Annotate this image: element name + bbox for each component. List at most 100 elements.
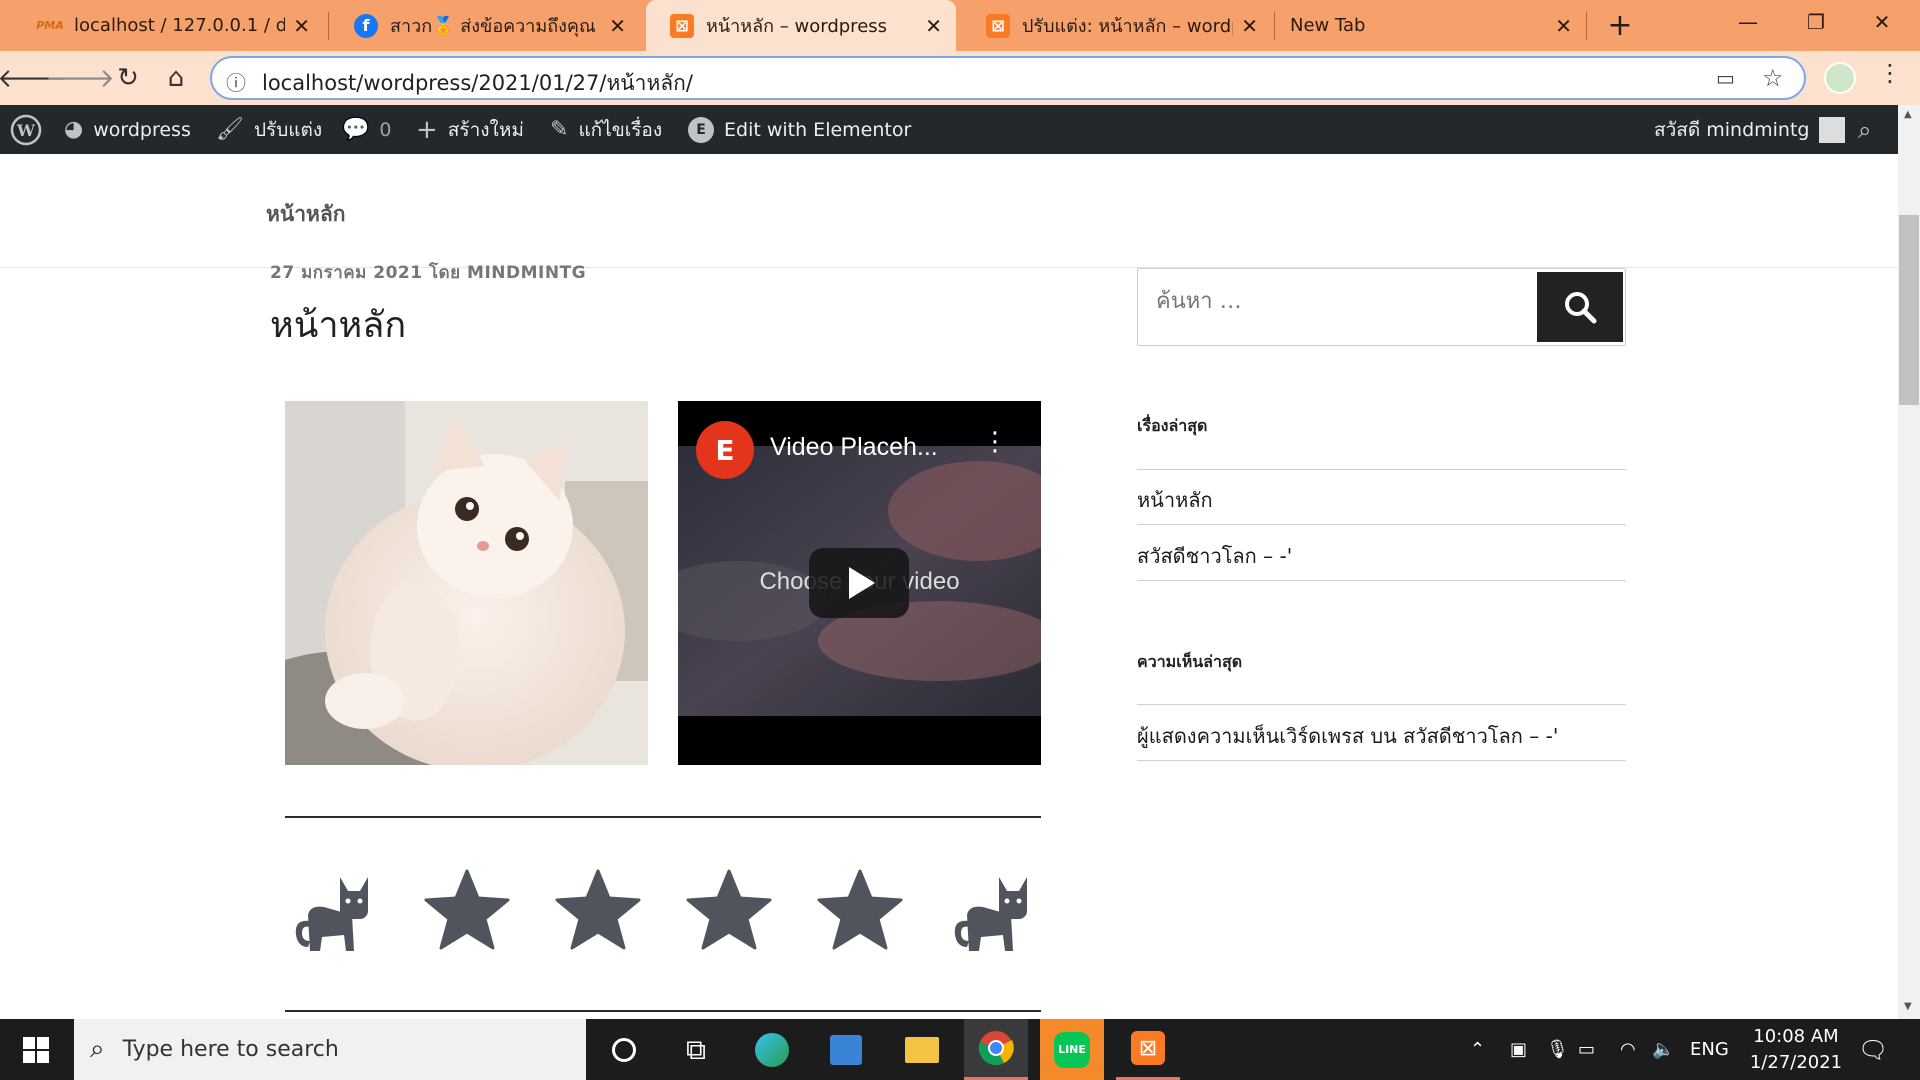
phpmyadmin-icon: PMA xyxy=(36,19,64,32)
video-placeholder[interactable]: E Video Placeh... ⋮ Choose your video xyxy=(678,401,1041,765)
star-icon xyxy=(684,865,774,955)
url-text[interactable]: localhost/wordpress/2021/01/27/หน้าหลัก/ xyxy=(262,67,693,100)
divider xyxy=(285,816,1041,818)
star-icon xyxy=(422,865,512,955)
tray-chevron-icon[interactable]: ⌃ xyxy=(1470,1019,1485,1080)
cortana-icon[interactable] xyxy=(592,1019,656,1080)
admin-edit-post-link[interactable]: ✎ แก้ไขเรื่อง xyxy=(550,105,662,154)
star-icon xyxy=(553,865,643,955)
admin-elementor-link[interactable]: E Edit with Elementor xyxy=(688,105,911,154)
xampp-taskbar-icon[interactable]: ⊠ xyxy=(1116,1019,1180,1080)
tray-mic-icon[interactable]: 🎙 xyxy=(1546,1019,1569,1080)
close-tab-icon[interactable]: ✕ xyxy=(925,14,942,38)
video-menu-icon[interactable]: ⋮ xyxy=(982,427,1008,457)
home-button[interactable]: ⌂ xyxy=(154,56,198,100)
forward-button[interactable]: 🡒 xyxy=(45,56,115,100)
tray-meet-icon[interactable]: ▣ xyxy=(1510,1019,1527,1080)
address-bar[interactable]: ⓘ localhost/wordpress/2021/01/27/หน้าหลั… xyxy=(210,56,1806,100)
scrollbar-thumb[interactable] xyxy=(1899,215,1919,405)
new-tab-button[interactable]: + xyxy=(1598,0,1642,51)
elementor-logo-icon: E xyxy=(696,421,754,479)
facebook-icon: f xyxy=(354,13,378,38)
admin-account-link[interactable]: สวัสดี mindmintg xyxy=(1654,105,1846,154)
recent-posts-heading: เรื่องล่าสุด xyxy=(1137,416,1208,435)
wp-logo-icon[interactable]: W xyxy=(10,105,42,154)
close-window-button[interactable]: ✕ xyxy=(1852,0,1912,44)
admin-customize-link[interactable]: 🖌 ปรับแต่ง xyxy=(216,105,322,154)
comment-bubble-icon: 💬 xyxy=(342,117,370,142)
plus-icon: + xyxy=(416,114,438,145)
profile-avatar[interactable] xyxy=(1824,62,1856,94)
xampp-icon: ⊠ xyxy=(670,13,694,38)
volume-icon[interactable]: 🔈 xyxy=(1652,1019,1674,1080)
wp-admin-bar: W ◕ wordpress 🖌 ปรับแต่ง 💬 0 + สร้างใหม่… xyxy=(0,105,1898,154)
xampp-icon: ⊠ xyxy=(986,13,1010,38)
site-navigation: หน้าหลัก xyxy=(0,154,1898,268)
divider xyxy=(285,1010,1041,1012)
admin-comments-link[interactable]: 💬 0 xyxy=(342,105,392,154)
tab-wordpress-home[interactable]: ⊠ หน้าหลัก – wordpress ✕ xyxy=(646,0,956,51)
recent-post-link[interactable]: หน้าหลัก xyxy=(1137,484,1213,516)
tab-facebook[interactable]: f สาวก🏅 ส่งข้อความถึงคุณ ✕ xyxy=(330,0,640,51)
file-explorer-icon[interactable] xyxy=(890,1019,954,1080)
post-title: หน้าหลัก xyxy=(270,305,407,346)
task-view-icon[interactable]: ⧉ xyxy=(664,1019,728,1080)
star-icon xyxy=(815,865,905,955)
elementor-icon: E xyxy=(688,116,714,143)
close-tab-icon[interactable]: ✕ xyxy=(1555,14,1572,38)
play-icon xyxy=(849,567,875,599)
browser-toolbar: 🡐 🡒 ↻ ⌂ ⓘ localhost/wordpress/2021/01/27… xyxy=(0,51,1920,105)
store-icon[interactable] xyxy=(814,1019,878,1080)
minimize-button[interactable]: — xyxy=(1718,0,1778,44)
cat-icon xyxy=(288,865,378,955)
battery-icon[interactable]: ▭ xyxy=(1578,1019,1595,1080)
menu-kebab-icon[interactable]: ⋮ xyxy=(1878,59,1902,87)
nav-home-link[interactable]: หน้าหลัก xyxy=(266,198,345,231)
windows-taskbar: ⌕ Type here to search ⧉ LINE ⊠ ⌃ ▣ 🎙 ▭ ◠… xyxy=(0,1019,1920,1080)
close-tab-icon[interactable]: ✕ xyxy=(1241,14,1258,38)
wifi-icon[interactable]: ◠ xyxy=(1620,1019,1636,1080)
cast-icon[interactable]: ▭ xyxy=(1716,66,1735,90)
info-icon[interactable]: ⓘ xyxy=(226,67,246,96)
cat-photo xyxy=(285,401,648,765)
search-form xyxy=(1137,268,1626,346)
tab-customize[interactable]: ⊠ ปรับแต่ง: หน้าหลัก – wordpres ✕ xyxy=(962,0,1272,51)
close-tab-icon[interactable]: ✕ xyxy=(609,14,626,38)
tab-phpmyadmin[interactable]: PMA localhost / 127.0.0.1 / datab ✕ xyxy=(14,0,324,51)
admin-new-link[interactable]: + สร้างใหม่ xyxy=(416,105,524,154)
scroll-up-icon[interactable]: ▲ xyxy=(1904,109,1912,120)
line-app-icon[interactable]: LINE xyxy=(1040,1019,1104,1080)
search-button[interactable] xyxy=(1537,272,1623,342)
recent-post-link[interactable]: สวัสดีชาวโลก – -' xyxy=(1137,540,1292,572)
close-tab-icon[interactable]: ✕ xyxy=(293,14,310,38)
bookmark-star-icon[interactable]: ☆ xyxy=(1762,64,1784,92)
search-input[interactable] xyxy=(1156,289,1516,314)
tab-new-tab[interactable]: New Tab ✕ xyxy=(1276,0,1586,51)
taskbar-search-box[interactable]: ⌕ Type here to search xyxy=(74,1019,586,1080)
windows-start-icon[interactable] xyxy=(4,1019,68,1080)
notification-icon[interactable]: 🗨 xyxy=(1858,1019,1888,1080)
recent-comments-heading: ความเห็นล่าสุด xyxy=(1137,652,1243,671)
video-title: Video Placeh... xyxy=(770,433,938,461)
post-meta: 27 มกราคม 2021 โดย MINDMINTG xyxy=(270,263,587,281)
cat-icon xyxy=(947,865,1037,955)
restore-button[interactable]: ❐ xyxy=(1786,0,1846,44)
tab-strip: PMA localhost / 127.0.0.1 / datab ✕ f สา… xyxy=(0,0,1920,51)
admin-site-link[interactable]: ◕ wordpress xyxy=(64,105,191,154)
reload-button[interactable]: ↻ xyxy=(106,56,150,100)
video-play-button[interactable] xyxy=(809,548,909,618)
clock[interactable]: 10:08 AM 1/27/2021 xyxy=(1746,1019,1846,1080)
user-avatar xyxy=(1819,116,1846,143)
language-indicator[interactable]: ENG xyxy=(1690,1019,1729,1080)
svg-text:W: W xyxy=(16,121,36,140)
admin-search-icon[interactable]: ⌕ xyxy=(1858,105,1871,154)
paintbrush-icon: 🖌 xyxy=(216,117,244,142)
scroll-down-icon[interactable]: ▼ xyxy=(1904,1001,1912,1012)
search-icon: ⌕ xyxy=(90,1034,105,1064)
pencil-icon: ✎ xyxy=(550,117,569,142)
chrome-icon[interactable] xyxy=(964,1019,1028,1080)
recent-comment-link[interactable]: ผู้แสดงความเห็นเวิร์ดเพรส บน สวัสดีชาวโล… xyxy=(1137,720,1558,752)
dashboard-icon: ◕ xyxy=(64,117,84,142)
edge-icon[interactable] xyxy=(740,1019,804,1080)
search-icon xyxy=(1565,292,1597,324)
